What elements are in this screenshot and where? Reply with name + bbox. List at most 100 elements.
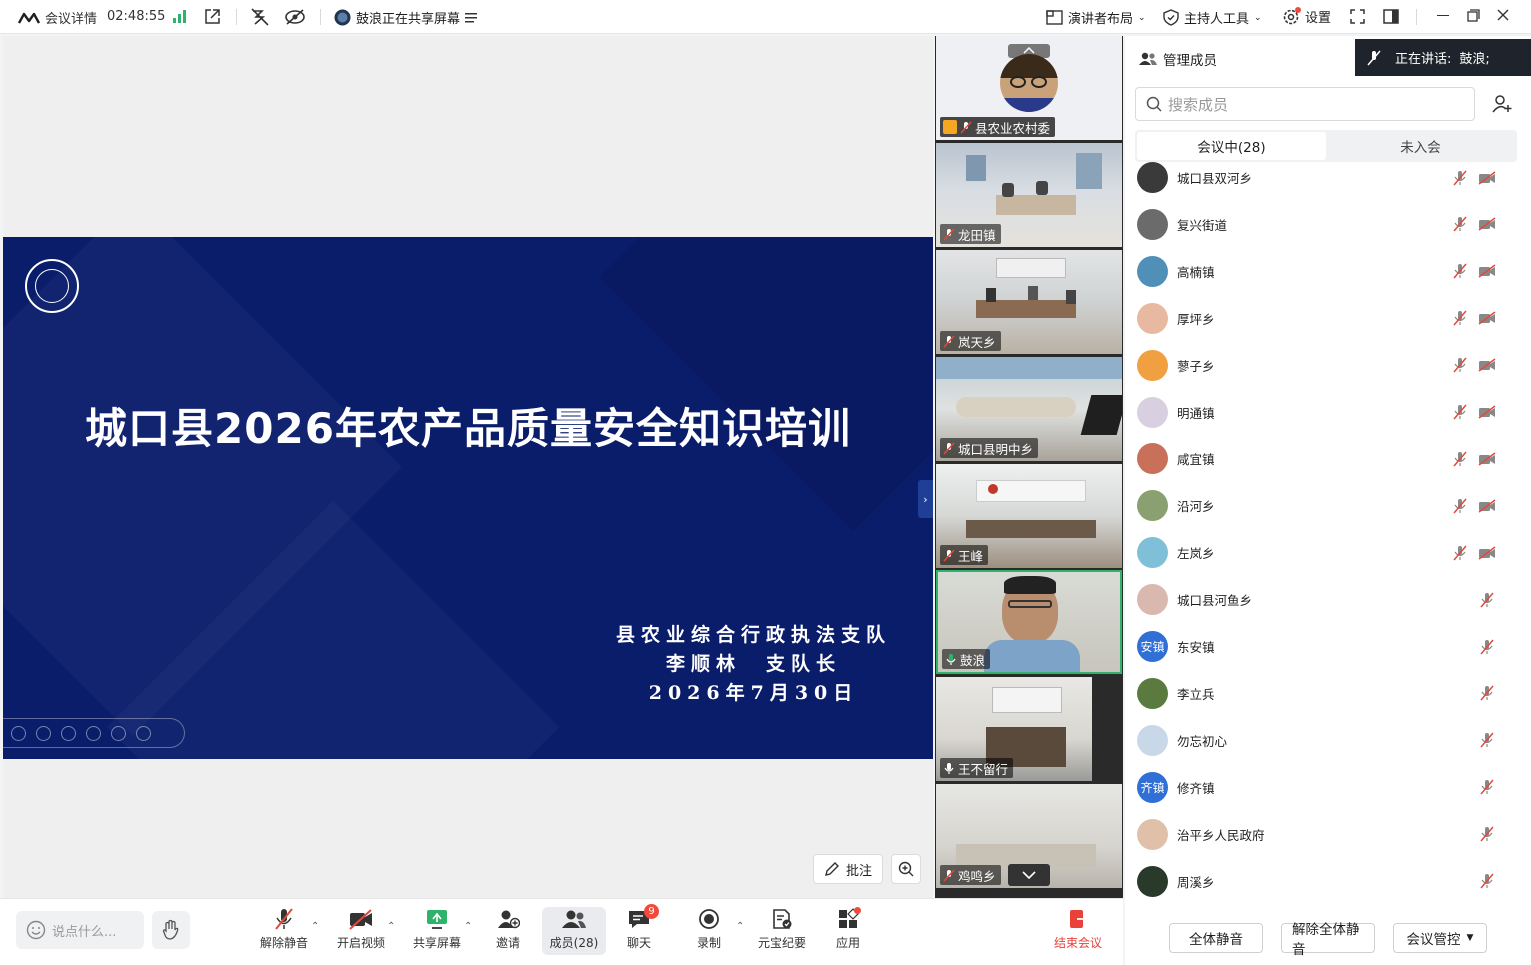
mic-muted-icon[interactable] [1453,451,1467,467]
camera-off-icon[interactable] [1478,546,1496,560]
mic-muted-icon[interactable] [1453,170,1467,186]
member-row[interactable]: 李立兵 [1125,670,1531,717]
mic-muted-icon[interactable] [1480,592,1494,608]
camera-off-icon[interactable] [1478,405,1496,419]
member-search-input[interactable]: 搜索成员 [1135,87,1475,121]
meeting-details-button[interactable]: 会议详情 [18,8,97,27]
zoom-in-button[interactable] [891,854,921,884]
signal-strength-icon[interactable] [173,10,187,23]
tab-not-joined[interactable]: 未入会 [1326,132,1515,160]
mic-muted-icon[interactable] [1480,873,1494,889]
member-row[interactable]: 城口县河鱼乡 [1125,576,1531,623]
mic-muted-icon[interactable] [1453,216,1467,232]
start-video-button[interactable]: 开启视频 [329,907,393,955]
member-row[interactable]: 厚坪乡 [1125,295,1531,342]
settings-button[interactable]: 设置 [1282,6,1331,26]
member-row[interactable]: 治平乡人民政府 [1125,811,1531,858]
mic-muted-icon[interactable] [1453,498,1467,514]
video-options-caret[interactable]: ⌃ [387,921,395,932]
camera-off-icon[interactable] [1478,264,1496,278]
ai-minutes-button[interactable]: 元宝纪要 [750,907,814,955]
unmute-all-button[interactable]: 解除全体静音 [1281,922,1375,958]
member-row[interactable]: 安镇 东安镇 [1125,623,1531,670]
invite-button[interactable]: 邀请 [476,907,540,955]
next-icon[interactable] [36,725,51,741]
mic-muted-icon[interactable] [1480,685,1494,701]
video-icon[interactable] [111,725,126,741]
camera-off-icon[interactable] [1478,452,1496,466]
record-options-caret[interactable]: ⌃ [736,921,744,932]
speaker-layout-button[interactable]: 演讲者布局 ⌄ [1046,8,1146,27]
mic-muted-icon[interactable] [1480,826,1494,842]
minimize-icon[interactable] [1437,15,1449,17]
video-thumbnail-strip[interactable]: 县农业农村委 龙田镇 岚天乡 城口县明中乡 王峰 鼓浪 王不留行 鸡鸣乡 [935,36,1123,898]
member-row[interactable]: 明通镇 [1125,389,1531,436]
tab-in-meeting[interactable]: 会议中(28) [1137,132,1326,160]
member-row[interactable]: 齐镇 修齐镇 [1125,764,1531,811]
video-tile[interactable]: 岚天乡 [936,250,1122,354]
mic-muted-icon[interactable] [1453,545,1467,561]
member-row[interactable]: 沿河乡 [1125,482,1531,529]
camera-off-icon[interactable] [1478,358,1496,372]
collapse-thumbnails-button[interactable]: › [918,480,933,518]
members-button[interactable]: 成员(28) [542,907,606,955]
host-tools-button[interactable]: 主持人工具 ⌄ [1163,8,1262,27]
camera-off-icon[interactable] [1478,170,1496,185]
fullscreen-icon[interactable] [1350,9,1365,24]
member-row[interactable]: 咸宜镇 [1125,435,1531,482]
video-tile[interactable]: 王峰 [936,464,1122,568]
unmute-options-caret[interactable]: ⌃ [311,921,319,932]
ai-noise-off-icon[interactable] [250,7,270,27]
member-row[interactable]: 复兴街道 [1125,201,1531,248]
meeting-control-button[interactable]: 会议管控 ▼ [1393,922,1487,953]
sidebar-toggle-icon[interactable] [1383,9,1399,24]
avatar [1137,677,1168,709]
video-tile[interactable]: 龙田镇 [936,143,1122,247]
hide-self-view-icon[interactable] [284,7,306,27]
restore-icon[interactable] [1467,9,1480,22]
record-button[interactable]: 录制 [677,907,741,955]
chat-button[interactable]: 9 聊天 [607,904,671,955]
prev-icon[interactable] [11,725,26,741]
apps-button[interactable]: 应用 [816,907,880,955]
member-row[interactable]: 周溪乡 [1125,858,1531,905]
mic-muted-icon[interactable] [1453,404,1467,420]
video-tile[interactable]: 城口县明中乡 [936,357,1122,461]
quick-chat-input[interactable]: 说点什么... [16,911,144,949]
sharing-status[interactable]: 鼓浪正在共享屏幕 [334,8,478,27]
end-meeting-button[interactable]: 结束会议 [1050,907,1106,955]
camera-off-icon[interactable] [1478,217,1496,231]
mute-all-button[interactable]: 全体静音 [1169,922,1263,953]
grid-icon[interactable] [86,725,101,741]
member-row[interactable]: 高楠镇 [1125,248,1531,295]
mic-muted-icon[interactable] [1453,263,1467,279]
unmute-button[interactable]: 解除静音 [252,907,316,955]
member-row[interactable]: 蓼子乡 [1125,342,1531,389]
scroll-down-button[interactable] [1008,864,1050,886]
video-tile[interactable]: 鸡鸣乡 [936,784,1122,888]
video-tile[interactable]: 县农业农村委 [936,36,1122,140]
annotate-button[interactable]: 批注 [812,854,883,884]
camera-off-icon[interactable] [1478,311,1496,325]
member-row[interactable]: 城口县双河乡 [1125,162,1531,201]
mic-muted-icon[interactable] [1480,639,1494,655]
add-member-button[interactable] [1485,87,1519,121]
slide-control-bar[interactable] [3,718,185,748]
mic-muted-icon[interactable] [1480,732,1494,748]
share-options-caret[interactable]: ⌃ [464,921,472,932]
raise-hand-button[interactable] [152,911,190,949]
camera-off-icon[interactable] [1478,499,1496,513]
share-screen-button[interactable]: 共享屏幕 [405,907,469,955]
close-icon[interactable] [1497,9,1509,21]
mic-muted-icon[interactable] [1453,310,1467,326]
mic-muted-icon[interactable] [1480,779,1494,795]
mic-muted-icon[interactable] [1453,357,1467,373]
member-row[interactable]: 勿忘初心 [1125,717,1531,764]
popout-icon[interactable] [204,8,221,25]
video-tile[interactable]: 王不留行 [936,677,1122,781]
more-icon[interactable] [136,725,151,741]
member-row[interactable]: 左岚乡 [1125,529,1531,576]
member-list[interactable]: 城口县双河乡 复兴街道 高楠镇 厚坪乡 蓼子乡 明通镇 咸宜镇 沿河乡 左岚乡 城口县河鱼乡 安镇东… [1125,162,1531,910]
video-tile-active-speaker[interactable]: 鼓浪 [936,570,1122,674]
pen-icon[interactable] [61,725,76,741]
